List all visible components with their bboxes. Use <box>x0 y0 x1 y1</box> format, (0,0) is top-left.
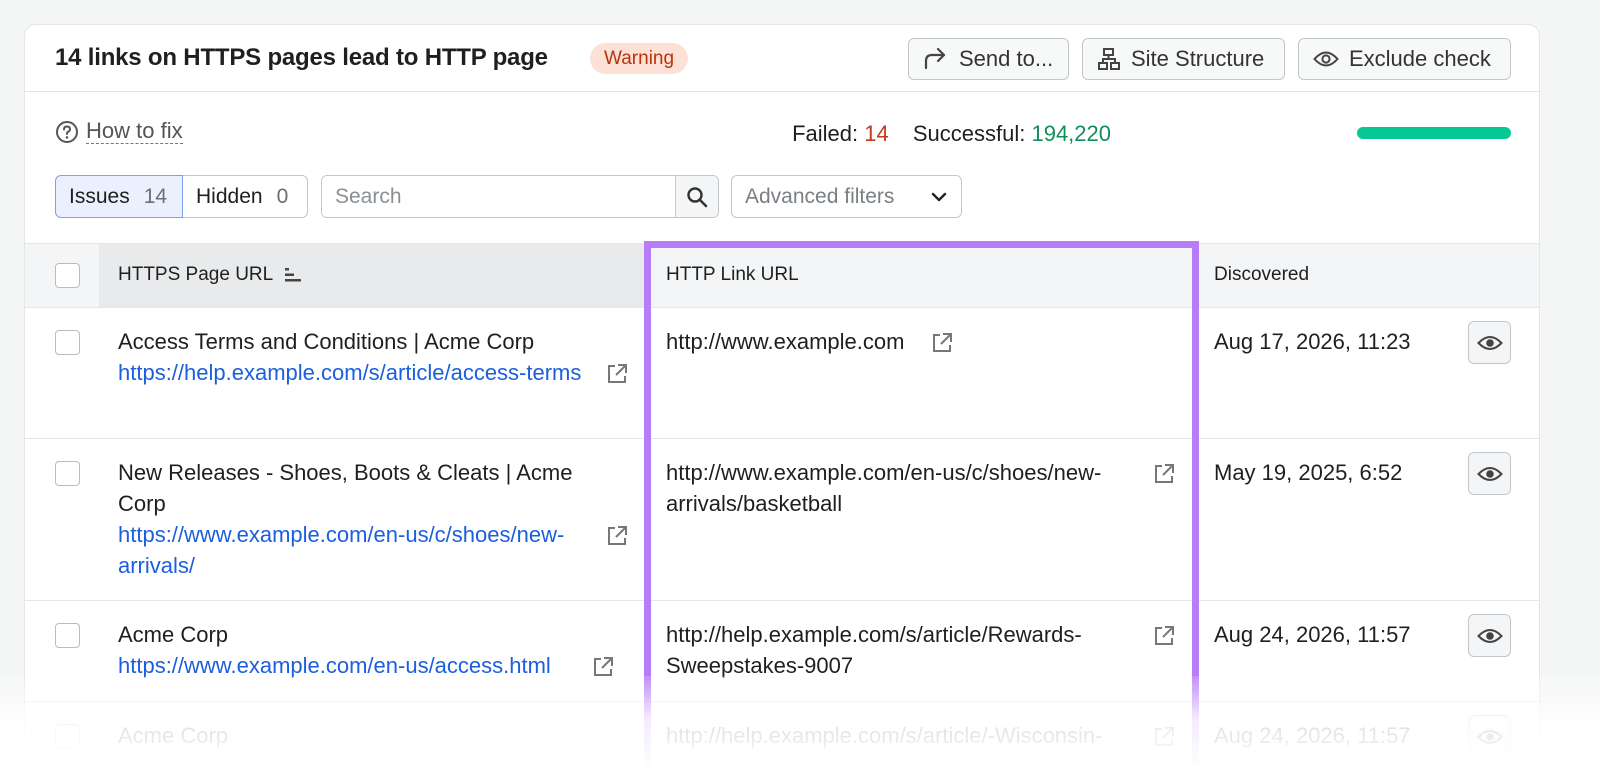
page-title: Acme Corp <box>118 622 229 647</box>
eye-icon <box>1476 466 1503 481</box>
successful-count: 194,220 <box>1031 121 1111 146</box>
search-box <box>321 175 719 218</box>
external-link-icon[interactable] <box>591 655 615 679</box>
issue-header: 14 links on HTTPS pages lead to HTTP pag… <box>25 25 1539 92</box>
row-checkbox[interactable] <box>55 724 80 749</box>
discovered-date: Aug 24, 2026, 11:57 <box>1214 622 1411 647</box>
view-details-button[interactable] <box>1468 614 1511 657</box>
table-row: Acme Corp http://help.example.com/s/arti… <box>25 702 1539 772</box>
site-structure-icon <box>1098 48 1120 70</box>
send-to-label: Send to... <box>959 46 1054 71</box>
success-progress-bar <box>1357 127 1511 139</box>
external-link-icon[interactable] <box>1152 624 1176 648</box>
send-to-button[interactable]: Send to... <box>908 38 1069 80</box>
column-http-link-url-label: HTTP Link URL <box>666 264 799 285</box>
table-row: Acme Corp https://www.example.com/en-us/… <box>25 601 1539 702</box>
issue-title: 14 links on HTTPS pages lead to HTTP pag… <box>55 44 548 71</box>
column-https-page-url-label: HTTPS Page URL <box>118 264 274 285</box>
site-structure-button[interactable]: Site Structure <box>1082 38 1285 80</box>
external-link-icon[interactable] <box>605 362 629 386</box>
search-icon <box>687 186 708 207</box>
table-row: Access Terms and Conditions | Acme Corp … <box>25 308 1539 439</box>
check-stats: Failed: 14 Successful: 194,220 <box>792 121 1111 147</box>
sort-icon <box>285 268 302 282</box>
http-link-url: http://www.example.com <box>666 329 905 354</box>
how-to-fix-link[interactable]: How to fix <box>55 119 183 144</box>
http-link-url: http://help.example.com/s/article/Reward… <box>666 622 1082 678</box>
row-checkbox[interactable] <box>55 461 80 486</box>
hidden-tab[interactable]: Hidden 0 <box>183 175 308 218</box>
issue-card: 14 links on HTTPS pages lead to HTTP pag… <box>24 24 1540 772</box>
issues-hidden-toggle: Issues 14 Hidden 0 <box>55 175 308 218</box>
external-link-icon[interactable] <box>605 524 629 548</box>
view-details-button[interactable] <box>1468 715 1511 758</box>
exclude-check-button[interactable]: Exclude check <box>1298 38 1511 80</box>
column-https-page-url[interactable]: HTTPS Page URL <box>118 264 303 286</box>
column-discovered[interactable]: Discovered <box>1214 264 1309 286</box>
external-link-icon[interactable] <box>930 331 954 355</box>
issues-tab[interactable]: Issues 14 <box>55 175 183 218</box>
page-url-link[interactable]: https://help.example.com/s/article/acces… <box>118 357 598 388</box>
view-details-button[interactable] <box>1468 321 1511 364</box>
column-http-link-url[interactable]: HTTP Link URL <box>666 264 799 286</box>
eye-icon <box>1476 335 1503 350</box>
external-link-icon[interactable] <box>1152 462 1176 486</box>
issues-tab-label: Issues <box>69 184 130 208</box>
successful-label: Successful: <box>912 121 1026 146</box>
failed-count: 14 <box>864 121 889 146</box>
advanced-filters-dropdown[interactable]: Advanced filters <box>731 175 962 218</box>
hidden-tab-count: 0 <box>276 184 289 208</box>
warning-badge: Warning <box>590 43 689 74</box>
hidden-tab-label: Hidden <box>196 184 263 208</box>
view-details-button[interactable] <box>1468 452 1511 495</box>
page-title: New Releases - Shoes, Boots & Cleats | A… <box>118 460 573 516</box>
page-title: Acme Corp <box>118 723 229 748</box>
search-input[interactable] <box>322 176 675 217</box>
advanced-filters-label: Advanced filters <box>745 184 895 208</box>
column-discovered-label: Discovered <box>1214 264 1310 285</box>
row-checkbox[interactable] <box>55 623 80 648</box>
share-arrow-icon <box>924 47 946 70</box>
site-structure-label: Site Structure <box>1131 46 1265 71</box>
page-url-link[interactable]: https://www.example.com/en-us/access.htm… <box>118 650 551 681</box>
failed-label: Failed: <box>792 121 859 146</box>
discovered-date: May 19, 2025, 6:52 <box>1214 460 1403 485</box>
exclude-check-label: Exclude check <box>1349 46 1491 71</box>
search-button[interactable] <box>675 176 718 217</box>
http-link-url: http://www.example.com/en-us/c/shoes/new… <box>666 460 1102 516</box>
how-to-fix-label: How to fix <box>86 118 183 144</box>
page-title: Access Terms and Conditions | Acme Corp <box>118 329 535 354</box>
question-circle-icon <box>56 120 78 143</box>
http-link-url: http://help.example.com/s/article/-Wisco… <box>666 723 1103 748</box>
issues-tab-count: 14 <box>143 184 168 208</box>
table-header: HTTPS Page URL HTTP Link URL Discovered <box>25 243 1539 308</box>
table-row: New Releases - Shoes, Boots & Cleats | A… <box>25 439 1539 601</box>
chevron-down-icon <box>931 192 947 201</box>
discovered-date: Aug 24, 2026, 11:57 <box>1214 723 1411 748</box>
discovered-date: Aug 17, 2026, 11:23 <box>1214 329 1411 354</box>
eye-icon <box>1476 628 1503 643</box>
eye-icon <box>1476 729 1503 744</box>
external-link-icon[interactable] <box>1152 725 1176 749</box>
eye-icon <box>1313 51 1339 67</box>
row-checkbox[interactable] <box>55 330 80 355</box>
select-all-checkbox[interactable] <box>55 263 80 288</box>
page-url-link[interactable]: https://www.example.com/en-us/c/shoes/ne… <box>118 519 603 581</box>
